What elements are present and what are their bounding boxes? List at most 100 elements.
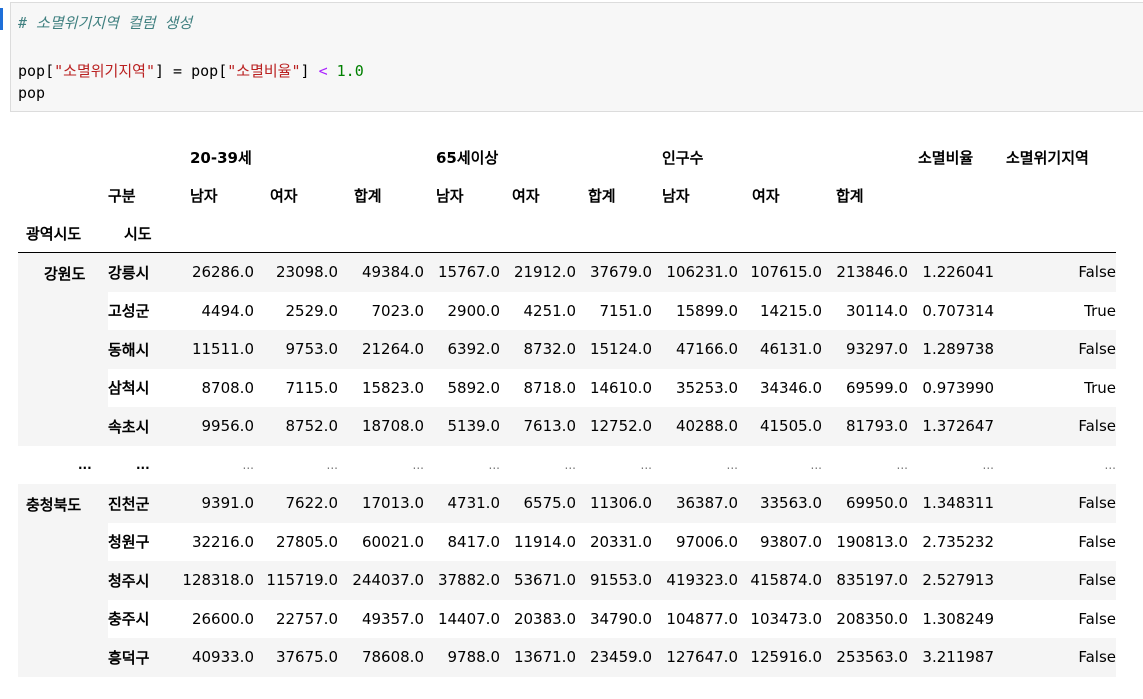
table-cell: 190813.0 — [836, 532, 908, 551]
table-cell: 13671.0 — [500, 638, 576, 677]
table-cell: 7115.0 — [285, 378, 339, 397]
table-cell: 36387.0 — [652, 484, 738, 523]
header-group-65plus: 65세이상 — [436, 148, 499, 167]
header-ratio: 소멸비율 — [918, 148, 974, 167]
ellipsis-cell: ... — [326, 457, 338, 472]
table-cell: 5892.0 — [447, 378, 501, 397]
table-cell: 106231.0 — [652, 252, 738, 292]
table-cell: 7023.0 — [371, 301, 425, 320]
ellipsis-cell: ... — [488, 457, 500, 472]
table-cell: 27805.0 — [275, 532, 338, 551]
table-cell: 11914.0 — [513, 532, 576, 551]
header-blank — [18, 176, 108, 214]
ellipsis-cell: ... — [78, 457, 92, 472]
table-cell: 30114.0 — [845, 301, 908, 320]
table-cell: 4251.0 — [523, 301, 577, 320]
table-cell: 419323.0 — [652, 561, 738, 600]
row-label: 진천군 — [108, 484, 174, 523]
table-cell: 21912.0 — [500, 252, 576, 292]
table-cell: 81793.0 — [822, 407, 908, 446]
table-cell: False — [994, 638, 1116, 677]
table-cell: 7613.0 — [500, 407, 576, 446]
header-group-20-39: 20-39세 — [190, 148, 252, 167]
table-cell: 4731.0 — [424, 484, 500, 523]
code-token: pop — [18, 84, 46, 102]
table-cell: 0.973990 — [922, 378, 994, 397]
table-cell: 2.527913 — [908, 561, 994, 600]
table-cell: 20383.0 — [513, 609, 576, 628]
header-index-label: 구분 — [108, 186, 136, 205]
table-cell: 37675.0 — [254, 638, 338, 677]
table-cell: 5139.0 — [424, 407, 500, 446]
code-cell-editor[interactable]: # 소멸위기지역 컬럼 생성 pop["소멸위기지역"] = pop["소멸비율… — [10, 2, 1143, 112]
table-cell: 103473.0 — [750, 609, 822, 628]
code-comment-line: # 소멸위기지역 컬럼 생성 — [18, 12, 192, 33]
table-cell: 91553.0 — [576, 561, 652, 600]
table-cell: 23459.0 — [576, 638, 652, 677]
table-cell: False — [1078, 532, 1116, 551]
table-row: 청원구 32216.0 27805.0 60021.0 8417.0 11914… — [18, 523, 1116, 562]
table-cell: 21264.0 — [338, 330, 424, 369]
table-cell: False — [1078, 609, 1116, 628]
header-blank — [18, 138, 108, 176]
table-row: 충청북도 진천군 9391.0 7622.0 17013.0 4731.0 65… — [18, 484, 1116, 677]
table-cell: 15899.0 — [675, 301, 738, 320]
table-cell: 15124.0 — [576, 330, 652, 369]
code-assignment-line: pop["소멸위기지역"] = pop["소멸비율"] < 1.0 — [18, 60, 364, 81]
ellipsis-cell: ... — [640, 457, 652, 472]
table-cell: 22757.0 — [275, 609, 338, 628]
table-row: 속초시 9956.0 8752.0 18708.0 5139.0 7613.0 … — [18, 407, 1116, 446]
code-token: pop[ — [191, 62, 228, 80]
code-number: 1.0 — [327, 62, 364, 80]
ellipsis-cell: ... — [242, 457, 254, 472]
table-cell: 97006.0 — [675, 532, 738, 551]
row-label: 청원구 — [108, 533, 150, 552]
header-total: 합계 — [588, 186, 616, 205]
table-cell: 26286.0 — [174, 252, 254, 292]
table-cell: 253563.0 — [822, 638, 908, 677]
table-cell: 93297.0 — [822, 330, 908, 369]
table-cell: 53671.0 — [500, 561, 576, 600]
table-cell: False — [994, 252, 1116, 292]
table-cell: False — [994, 484, 1116, 523]
code-token: ] = — [155, 62, 192, 80]
table-cell: 34790.0 — [589, 609, 652, 628]
ellipsis-cell: ... — [726, 457, 738, 472]
table-cell: 69599.0 — [845, 378, 908, 397]
table-cell: 2900.0 — [447, 301, 501, 320]
table-cell: 9391.0 — [174, 484, 254, 523]
table-cell: 213846.0 — [822, 252, 908, 292]
table-cell: 15823.0 — [361, 378, 424, 397]
header-group-population: 인구수 — [662, 148, 704, 167]
table-row: 충주시 26600.0 22757.0 49357.0 14407.0 2038… — [18, 600, 1116, 639]
table-cell: 8417.0 — [447, 532, 501, 551]
header-female: 여자 — [752, 186, 780, 205]
table-cell: 2529.0 — [285, 301, 339, 320]
table-cell: 47166.0 — [652, 330, 738, 369]
table-cell: 11306.0 — [576, 484, 652, 523]
table-cell: 14215.0 — [759, 301, 822, 320]
table-cell: True — [1084, 378, 1116, 397]
table-cell: 1.289738 — [908, 330, 994, 369]
table-cell: 93807.0 — [759, 532, 822, 551]
table-cell: 37679.0 — [576, 252, 652, 292]
dataframe-output: 20-39세 65세이상 인구수 소멸비율 소멸위기지역 구분 남자 여자 합계… — [18, 138, 1116, 677]
table-cell: 7622.0 — [254, 484, 338, 523]
table-cell: 9753.0 — [254, 330, 338, 369]
table-cell: 34346.0 — [759, 378, 822, 397]
table-cell: 6392.0 — [424, 330, 500, 369]
table-cell: 3.211987 — [908, 638, 994, 677]
table-cell: False — [994, 407, 1116, 446]
ellipsis-cell: ... — [412, 457, 424, 472]
code-string: "소멸위기지역" — [54, 62, 155, 80]
table-cell: 14407.0 — [437, 609, 500, 628]
table-cell: 2.735232 — [922, 532, 994, 551]
table-row: 흥덕구 40933.0 37675.0 78608.0 9788.0 13671… — [18, 638, 1116, 677]
table-cell: 49384.0 — [338, 252, 424, 292]
table-cell: 1.348311 — [908, 484, 994, 523]
table-cell: 8718.0 — [523, 378, 577, 397]
table-cell: 12752.0 — [576, 407, 652, 446]
table-cell: 78608.0 — [338, 638, 424, 677]
code-comment: # 소멸위기지역 컬럼 생성 — [18, 14, 193, 32]
header-male: 남자 — [436, 186, 464, 205]
